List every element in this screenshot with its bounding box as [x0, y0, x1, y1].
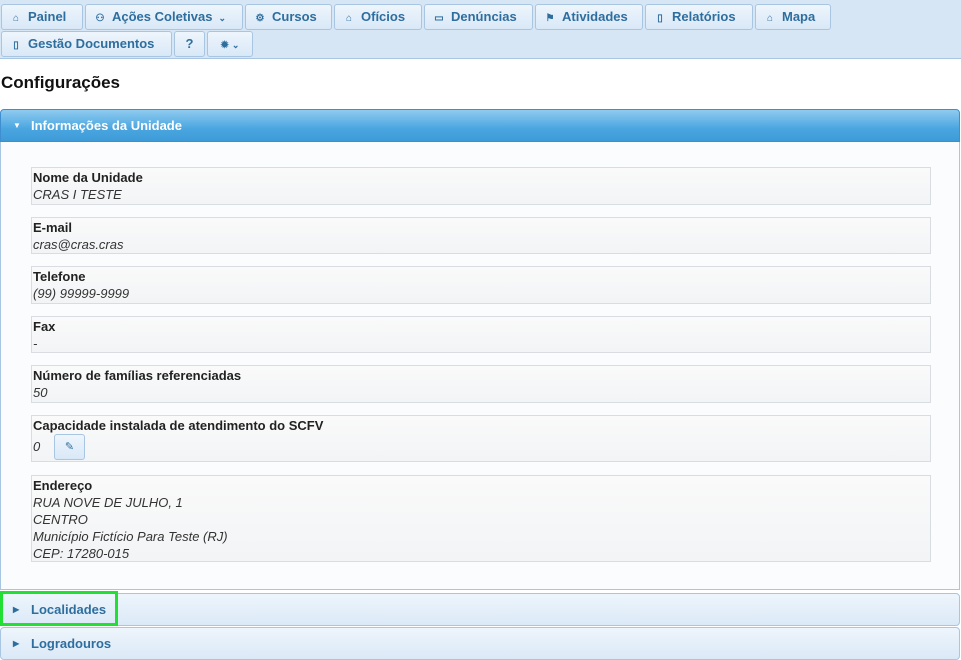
group-icon: ⚇: [95, 13, 105, 24]
nav-label: Atividades: [562, 9, 628, 24]
flag-icon: ⚑: [545, 13, 555, 24]
nav-label: Mapa: [782, 9, 816, 24]
field-label: Endereço: [33, 478, 93, 493]
nav-painel-button[interactable]: ⌂ Painel: [1, 4, 83, 30]
home-icon: ⌂: [766, 13, 774, 24]
field-label: Nome da Unidade: [33, 170, 143, 185]
field-email: E-mail cras@cras.cras: [31, 217, 931, 254]
document-icon: ▯: [657, 13, 663, 24]
top-nav: ⌂ Painel ⚇ Ações Coletivas ⌄ ⚙ Cursos ⌂ Ofíci…: [0, 0, 961, 59]
field-fax: Fax -: [31, 316, 931, 353]
nav-label: Denúncias: [451, 9, 517, 24]
caret-right-icon: ▶: [13, 605, 20, 614]
pencil-icon: ✎: [64, 441, 75, 453]
section-title: Logradouros: [31, 636, 112, 651]
field-familias-referenciadas: Número de famílias referenciadas 50: [31, 365, 931, 403]
section-title: Localidades: [31, 602, 107, 617]
nav-label: Cursos: [272, 9, 317, 24]
section-logradouros-header[interactable]: ▶ Logradouros: [0, 627, 960, 660]
field-label: Telefone: [33, 269, 86, 284]
chevron-down-icon: ⌄: [218, 13, 226, 23]
caret-right-icon: ▶: [13, 639, 20, 648]
nav-denuncias-button[interactable]: ▭ Denúncias: [424, 4, 533, 30]
field-label: Capacidade instalada de atendimento do S…: [33, 418, 324, 433]
document-icon: ▯: [13, 40, 19, 51]
address-line: CEP: 17280-015: [33, 546, 130, 561]
field-value: 50: [33, 385, 48, 400]
nav-label: Ofícios: [361, 9, 406, 24]
nav-cursos-button[interactable]: ⚙ Cursos: [245, 4, 332, 30]
section-informacoes-unidade-body: Nome da Unidade CRAS I TESTE E-mail cras…: [0, 142, 960, 590]
field-label: Fax: [33, 319, 56, 334]
section-localidades-header[interactable]: ▶ Localidades: [0, 593, 960, 626]
section-informacoes-unidade-header[interactable]: ▼ Informações da Unidade: [0, 109, 960, 142]
field-value: cras@cras.cras: [33, 237, 124, 252]
field-value: CRAS I TESTE: [33, 187, 122, 202]
field-endereco: Endereço RUA NOVE DE JULHO, 1 CENTRO Mun…: [31, 475, 931, 562]
field-nome-unidade: Nome da Unidade CRAS I TESTE: [31, 167, 931, 205]
field-value: 0: [33, 439, 41, 454]
settings-icon: ✹: [220, 40, 229, 51]
building-icon: ⌂: [345, 13, 353, 24]
home-icon: ⌂: [12, 13, 20, 24]
gear-icon: ⚙: [255, 13, 265, 24]
address-line: RUA NOVE DE JULHO, 1: [33, 495, 183, 510]
address-line: Município Fictício Para Teste (RJ): [33, 529, 228, 544]
nav-label: Painel: [28, 9, 67, 24]
nav-mapa-button[interactable]: ⌂ Mapa: [755, 4, 831, 30]
edit-capacidade-button[interactable]: ✎: [54, 434, 85, 460]
nav-acoes-coletivas-button[interactable]: ⚇ Ações Coletivas ⌄: [85, 4, 243, 30]
field-value: -: [33, 336, 38, 351]
page-title: Configurações: [1, 73, 121, 92]
address-line: CENTRO: [33, 512, 88, 527]
comment-icon: ▭: [434, 13, 444, 24]
help-button[interactable]: ?: [174, 31, 205, 57]
field-label: Número de famílias referenciadas: [33, 368, 242, 383]
nav-oficios-button[interactable]: ⌂ Ofícios: [334, 4, 422, 30]
caret-down-icon: ▼: [13, 121, 21, 130]
nav-gestao-documentos-button[interactable]: ▯ Gestão Documentos: [1, 31, 172, 57]
nav-atividades-button[interactable]: ⚑ Atividades: [535, 4, 643, 30]
field-capacidade-scfv: Capacidade instalada de atendimento do S…: [31, 415, 931, 462]
help-label: ?: [185, 36, 194, 51]
nav-label: Gestão Documentos: [28, 36, 155, 51]
field-label: E-mail: [33, 220, 73, 235]
nav-label: Relatórios: [672, 9, 736, 24]
nav-label: Ações Coletivas: [112, 9, 213, 24]
field-value: (99) 99999-9999: [33, 286, 130, 301]
chevron-down-icon: ⌄: [231, 40, 240, 50]
section-title: Informações da Unidade: [31, 118, 182, 133]
nav-relatorios-button[interactable]: ▯ Relatórios: [645, 4, 753, 30]
settings-menu-button[interactable]: ✹ ⌄: [207, 31, 253, 57]
field-telefone: Telefone (99) 99999-9999: [31, 266, 931, 304]
